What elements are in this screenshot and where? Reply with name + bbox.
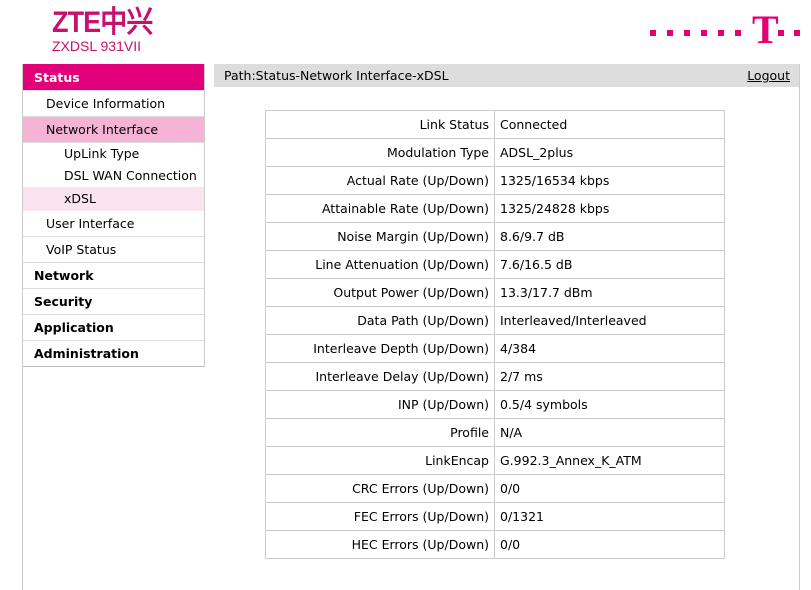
menu-uplink-type[interactable]: UpLink Type [23,143,204,165]
table-row: Attainable Rate (Up/Down) 1325/24828 kbps [265,194,725,223]
table-row: Noise Margin (Up/Down) 8.6/9.7 dB [265,222,725,251]
row-label: LinkEncap [265,446,495,475]
menu-user-interface[interactable]: User Interface [23,211,204,237]
table-row: Link Status Connected [265,110,725,139]
row-label: Link Status [265,110,495,139]
table-row: Line Attenuation (Up/Down) 7.6/16.5 dB [265,250,725,279]
row-value: ADSL_2plus [494,138,725,167]
row-label: Interleave Depth (Up/Down) [265,334,495,363]
row-label: Actual Rate (Up/Down) [265,166,495,195]
row-value: 0/1321 [494,502,725,531]
row-value: 1325/16534 kbps [494,166,725,195]
row-label: HEC Errors (Up/Down) [265,530,495,559]
table-row: Data Path (Up/Down) Interleaved/Interleav… [265,306,725,335]
menu-xdsl[interactable]: xDSL [23,187,204,211]
row-value: Interleaved/Interleaved [494,306,725,335]
logout-link[interactable]: Logout [747,64,790,87]
row-label: Modulation Type [265,138,495,167]
menu-application[interactable]: Application [23,315,204,341]
row-label: Attainable Rate (Up/Down) [265,194,495,223]
row-label: Line Attenuation (Up/Down) [265,250,495,279]
menu-voip-status[interactable]: VoIP Status [23,237,204,263]
row-value: 7.6/16.5 dB [494,250,725,279]
telekom-t: T [752,7,779,52]
table-row: HEC Errors (Up/Down) 0/0 [265,530,725,559]
frame-border-right [799,64,800,590]
table-row: Modulation Type ADSL_2plus [265,138,725,167]
menu-device-information[interactable]: Device Information [23,91,204,117]
row-value: 4/384 [494,334,725,363]
row-value: 2/7 ms [494,362,725,391]
table-row: Profile N/A [265,418,725,447]
row-value: N/A [494,418,725,447]
row-value: G.992.3_Annex_K_ATM [494,446,725,475]
row-value: 13.3/17.7 dBm [494,278,725,307]
table-row: Actual Rate (Up/Down) 1325/16534 kbps [265,166,725,195]
row-label: CRC Errors (Up/Down) [265,474,495,503]
menu-network[interactable]: Network [23,263,204,289]
breadcrumb: Path:Status-Network Interface-xDSL [224,68,449,83]
menu-security[interactable]: Security [23,289,204,315]
zte-logo: ZTE中兴 ZXDSL 931VII [52,6,164,55]
table-row: Output Power (Up/Down) 13.3/17.7 dBm [265,278,725,307]
row-label: FEC Errors (Up/Down) [265,502,495,531]
row-value: 0.5/4 symbols [494,390,725,419]
table-row: FEC Errors (Up/Down) 0/1321 [265,502,725,531]
model-name: ZXDSL 931VII [52,38,141,54]
row-label: Data Path (Up/Down) [265,306,495,335]
row-value: 0/0 [494,474,725,503]
breadcrumb-bar: Path:Status-Network Interface-xDSL Logou… [214,64,799,87]
row-label: Profile [265,418,495,447]
table-row: Interleave Depth (Up/Down) 4/384 [265,334,725,363]
row-label: Interleave Delay (Up/Down) [265,362,495,391]
xdsl-status-table: Link Status Connected Modulation Type ADSL_… [265,110,725,559]
sidebar-menu: Status Device Information Network Interf… [23,64,205,367]
row-label: INP (Up/Down) [265,390,495,419]
table-row: LinkEncap G.992.3_Annex_K_ATM [265,446,725,475]
row-value: 0/0 [494,530,725,559]
row-value: Connected [494,110,725,139]
menu-administration[interactable]: Administration [23,341,204,366]
menu-network-interface[interactable]: Network Interface [23,117,204,143]
menu-dsl-wan-connection[interactable]: DSL WAN Connection [23,165,204,187]
row-value: 8.6/9.7 dB [494,222,725,251]
menu-status[interactable]: Status [23,64,204,91]
row-label: Output Power (Up/Down) [265,278,495,307]
row-label: Noise Margin (Up/Down) [265,222,495,251]
table-row: INP (Up/Down) 0.5/4 symbols [265,390,725,419]
zte-logo-text: ZTE中兴 [52,6,153,39]
row-value: 1325/24828 kbps [494,194,725,223]
table-row: CRC Errors (Up/Down) 0/0 [265,474,725,503]
telekom-logo: T [650,7,800,52]
table-row: Interleave Delay (Up/Down) 2/7 ms [265,362,725,391]
